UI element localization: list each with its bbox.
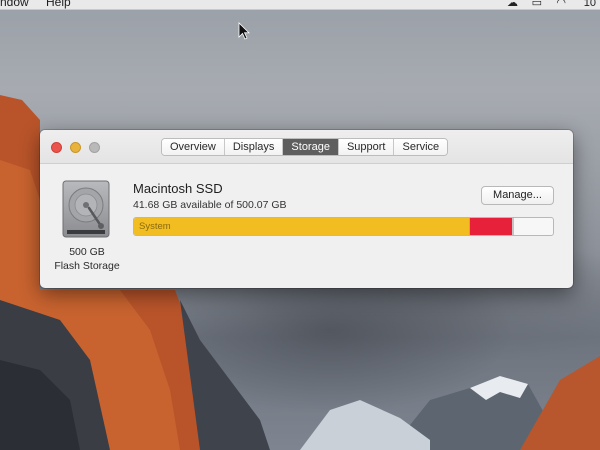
available-space-text: 41.68 GB available of 500.07 GB <box>133 199 287 211</box>
manage-button[interactable]: Manage... <box>481 186 554 205</box>
mouse-pointer-icon <box>238 22 250 40</box>
storage-segment-system[interactable]: System <box>134 218 471 235</box>
tab-displays[interactable]: Displays <box>224 139 284 155</box>
minimize-button[interactable] <box>70 142 81 153</box>
menu-clock[interactable]: 10 <box>584 0 596 9</box>
tab-storage[interactable]: Storage <box>283 139 339 155</box>
close-button[interactable] <box>51 142 62 153</box>
tab-bar: Overview Displays Storage Support Servic… <box>161 138 449 156</box>
drive-capacity-label: 500 GB <box>69 246 105 258</box>
cloud-icon[interactable]: ☁ <box>507 0 518 9</box>
airplay-icon[interactable]: ▭ <box>532 0 542 9</box>
storage-segment-other[interactable] <box>470 218 512 235</box>
tab-service[interactable]: Service <box>394 139 448 155</box>
menu-bar: ndow Help ☁ ▭ ◠ 10 <box>0 0 600 10</box>
storage-segment-label: System <box>139 221 171 232</box>
menu-help[interactable]: Help <box>46 0 71 9</box>
about-this-mac-window: Overview Displays Storage Support Servic… <box>40 130 573 288</box>
zoom-button[interactable] <box>89 142 100 153</box>
storage-usage-bar: System <box>133 217 554 236</box>
title-bar: Overview Displays Storage Support Servic… <box>40 130 573 164</box>
wifi-icon[interactable]: ◠ <box>556 0 566 9</box>
storage-segment-purgeable[interactable] <box>511 218 514 235</box>
tab-overview[interactable]: Overview <box>162 139 225 155</box>
hard-drive-icon <box>62 180 110 238</box>
tab-support[interactable]: Support <box>338 139 395 155</box>
drive-type-label: Flash Storage <box>54 260 120 272</box>
menu-window[interactable]: ndow <box>0 0 29 9</box>
volume-name: Macintosh SSD <box>133 181 223 196</box>
